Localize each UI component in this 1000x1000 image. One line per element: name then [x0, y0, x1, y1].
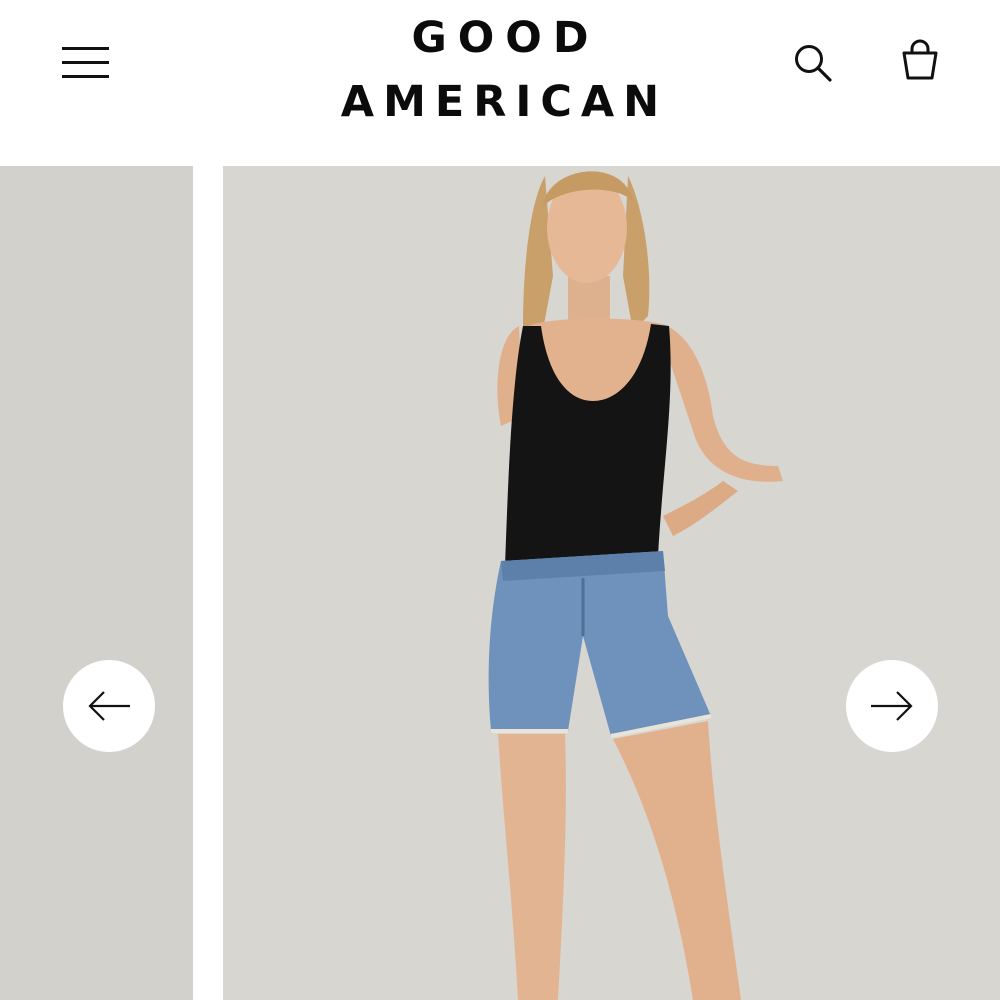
brand-logo[interactable]: GOOD AMERICAN	[300, 10, 700, 130]
menu-button[interactable]	[62, 44, 110, 82]
arrow-left-icon	[88, 691, 130, 721]
arrow-right-icon	[871, 691, 913, 721]
model-figure	[488, 171, 783, 1000]
logo-line-2: AMERICAN	[340, 77, 669, 127]
hamburger-menu-icon	[62, 47, 109, 50]
next-image-button[interactable]	[846, 660, 938, 752]
logo-line-1: GOOD	[411, 13, 600, 63]
cart-button[interactable]	[897, 38, 943, 84]
search-icon	[795, 45, 832, 82]
search-button[interactable]	[790, 40, 834, 84]
shopping-bag-icon	[902, 39, 938, 80]
previous-slide-image[interactable]	[0, 166, 193, 1000]
product-image-carousel	[0, 166, 1000, 1000]
previous-image-button[interactable]	[63, 660, 155, 752]
product-photo[interactable]	[223, 166, 1000, 1000]
site-header: GOOD AMERICAN	[0, 0, 1000, 166]
